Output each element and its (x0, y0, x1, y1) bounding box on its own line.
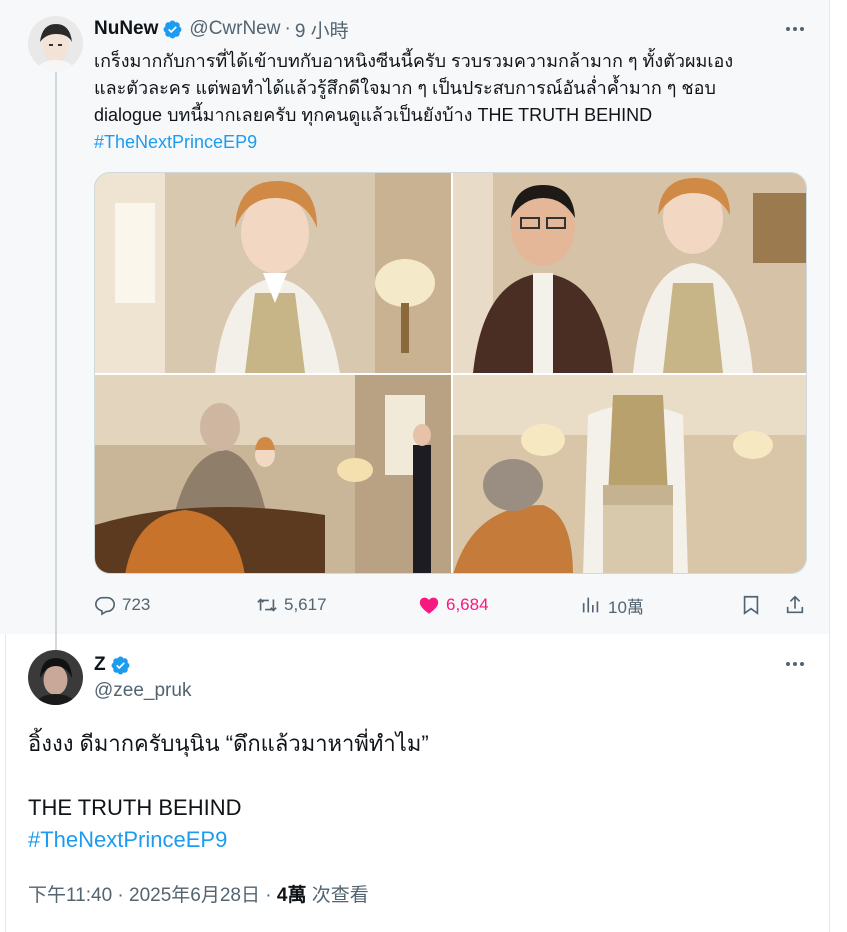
tweet-header: Z (94, 652, 131, 678)
like-icon (419, 597, 439, 614)
media-photo-2[interactable] (453, 173, 806, 373)
reply-count: 723 (122, 595, 151, 614)
tweet-text-line: เกร็งมากกับการที่ได้เข้าบทกับอาหนิงซีนนี… (94, 51, 734, 71)
verified-icon (110, 655, 131, 676)
handle[interactable]: @CwrNew (189, 18, 280, 40)
like-count: 6,684 (446, 595, 489, 614)
views-count: 4萬 (276, 885, 307, 906)
bookmark-icon (743, 595, 759, 615)
share-button[interactable] (784, 590, 806, 620)
views-label: 次查看 (306, 885, 369, 906)
tweet-actions: 723 5,617 6,684 10萬 (94, 590, 809, 620)
retweet-icon (257, 598, 277, 612)
tweet-text-line (28, 760, 818, 792)
tweet-text-line: THE TRUTH BEHIND (28, 795, 242, 820)
like-button[interactable]: 6,684 (418, 590, 489, 620)
tweet-text-line: อิ้งงง ดีมากครับนุนิน “ดึกแล้วมาหาพี่ทำไ… (28, 731, 429, 756)
verified-icon (162, 19, 183, 40)
more-icon[interactable] (782, 651, 808, 677)
media-grid (94, 172, 807, 574)
avatar[interactable] (28, 16, 83, 71)
hashtag-link[interactable]: #TheNextPrinceEP9 (94, 129, 804, 156)
tweet-header: NuNew @CwrNew · 9 小時 (94, 16, 349, 42)
separator-dot: · (284, 18, 291, 39)
tweet-text-line: dialogue บทนี้มากเลยครับ ทุกคนดูแล้วเป็น… (94, 105, 653, 125)
thread-connector-line (55, 72, 57, 652)
views-count: 10萬 (608, 597, 644, 617)
parent-tweet[interactable]: NuNew @CwrNew · 9 小時 เกร็งมากกับการที่ได… (0, 0, 829, 652)
hashtag-link[interactable]: #TheNextPrinceEP9 (28, 824, 818, 856)
display-name[interactable]: NuNew (94, 18, 158, 40)
share-icon (786, 595, 804, 614)
bookmark-button[interactable] (740, 590, 762, 620)
reply-icon (95, 596, 115, 616)
post-time[interactable]: 9 小時 (295, 16, 349, 43)
tweet-text: เกร็งมากกับการที่ได้เข้าบทกับอาหนิงซีนนี… (94, 48, 804, 156)
right-border (829, 0, 830, 932)
reply-button[interactable]: 723 (94, 590, 150, 620)
left-border (5, 634, 6, 932)
media-photo-3[interactable] (95, 375, 451, 573)
handle[interactable]: @zee_pruk (94, 680, 191, 702)
display-name[interactable]: Z (94, 654, 106, 676)
media-photo-4[interactable] (453, 375, 806, 573)
views-icon (582, 597, 599, 613)
tweet-metadata: 下午11:40 · 2025年6月28日 · 4萬 次查看 (28, 880, 369, 907)
retweet-button[interactable]: 5,617 (256, 590, 327, 620)
tweet-text-line: และตัวละคร แต่พอทำได้แล้วรู้สึกดีใจมาก ๆ… (94, 78, 716, 98)
retweet-count: 5,617 (284, 595, 327, 614)
avatar[interactable] (28, 650, 83, 705)
more-icon[interactable] (782, 16, 808, 42)
tweet-text: อิ้งงง ดีมากครับนุนิน “ดึกแล้วมาหาพี่ทำไ… (28, 728, 818, 856)
media-photo-1[interactable] (95, 173, 451, 373)
views-button[interactable]: 10萬 (580, 590, 644, 620)
timestamp[interactable]: 下午11:40 · 2025年6月28日 · (28, 885, 277, 906)
